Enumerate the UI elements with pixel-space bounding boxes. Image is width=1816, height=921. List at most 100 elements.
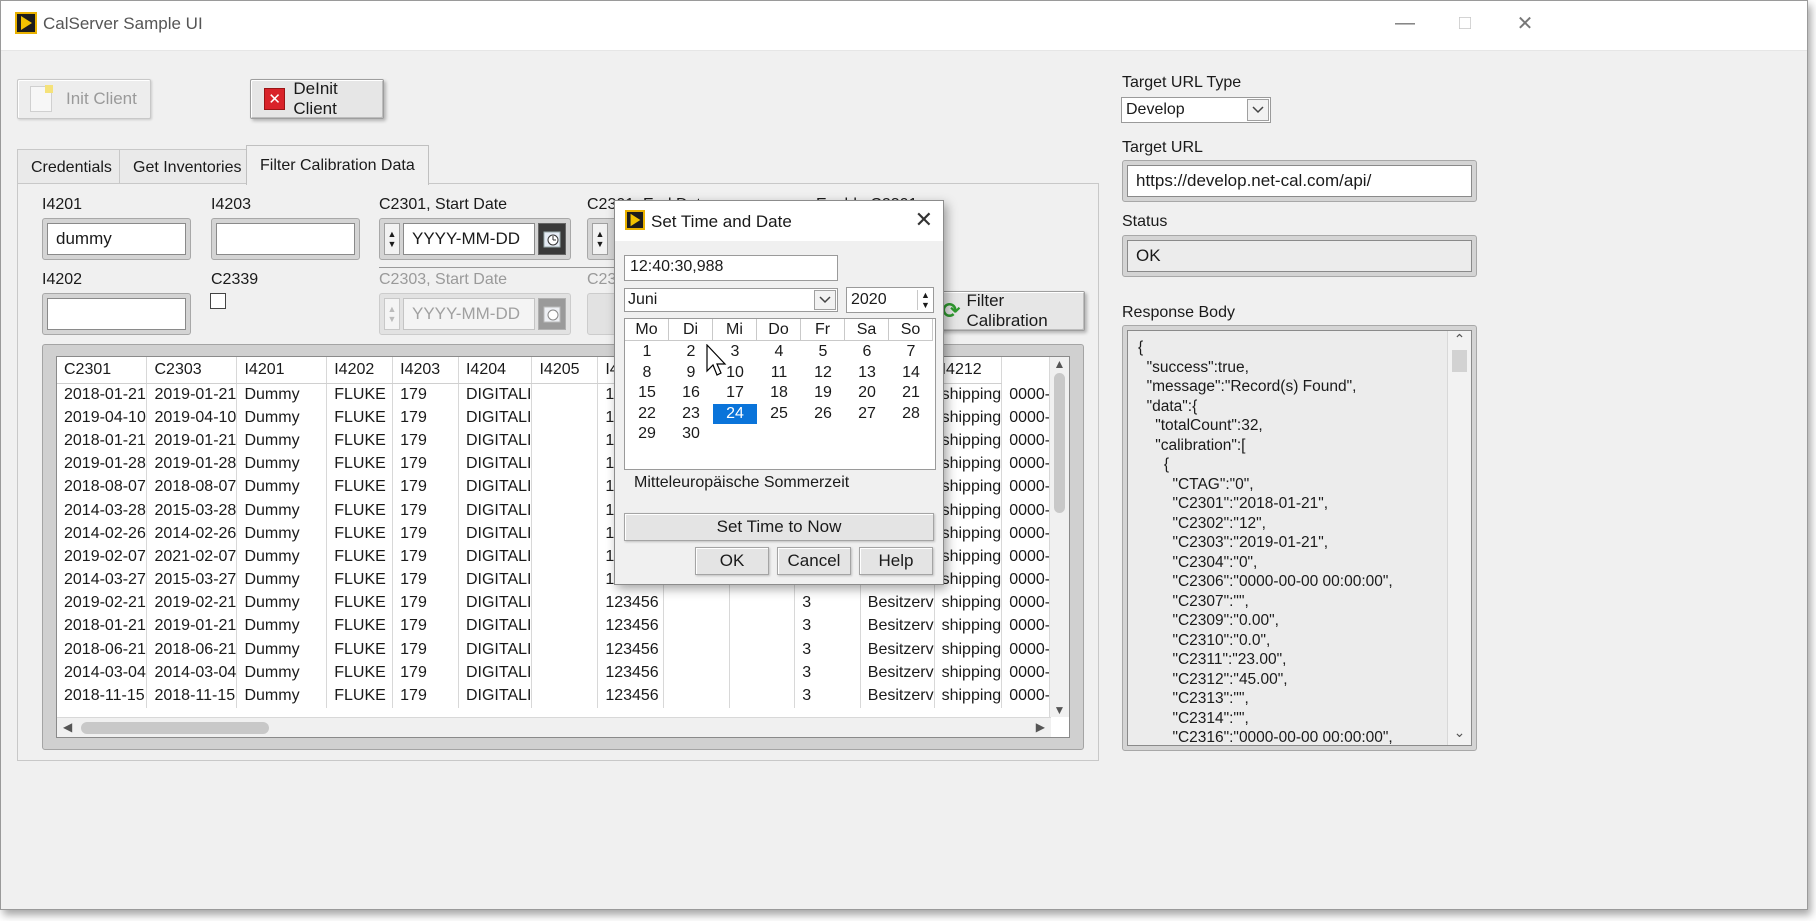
calendar-day[interactable]: 20: [845, 383, 889, 404]
init-client-button[interactable]: Init Client: [17, 79, 151, 119]
calendar-day[interactable]: 22: [625, 404, 669, 425]
calendar-day[interactable]: 7: [889, 342, 933, 363]
calendar-icon[interactable]: [538, 223, 566, 255]
column-header[interactable]: I4204: [458, 357, 533, 384]
set-time-to-now-button[interactable]: Set Time to Now: [624, 513, 934, 541]
target-url-input[interactable]: https://develop.net-cal.com/api/: [1127, 165, 1472, 197]
column-header[interactable]: I4201: [236, 357, 328, 384]
column-header[interactable]: C2301: [57, 357, 148, 384]
column-header[interactable]: I4202: [326, 357, 394, 384]
chevron-down-icon[interactable]: ⌄: [1448, 724, 1471, 741]
c2339-checkbox[interactable]: [210, 293, 226, 309]
table-row[interactable]: 2019-02-21 2019-02-21 Dummy FLUKE 179 DIGITAL…: [57, 591, 1069, 615]
table-cell: shipping: [934, 522, 1003, 546]
spinner-icon[interactable]: ▲ ▼: [917, 290, 933, 310]
column-header[interactable]: I4205: [531, 357, 599, 384]
c2301-start-input[interactable]: YYYY-MM-DD: [403, 223, 535, 255]
scroll-left-icon[interactable]: ◀: [63, 720, 72, 734]
table-cell: Dummy: [236, 429, 328, 453]
chevron-down-icon[interactable]: [1247, 99, 1269, 121]
scroll-thumb[interactable]: [1054, 373, 1065, 513]
table-cell: 179: [392, 498, 459, 523]
calendar-day[interactable]: 27: [845, 404, 889, 425]
time-input[interactable]: 12:40:30,988: [624, 255, 838, 281]
target-url-type-select[interactable]: Develop: [1121, 97, 1271, 123]
tab-filter-calibration-data[interactable]: Filter Calibration Data: [246, 145, 429, 185]
response-body-text[interactable]: { "success":true, "message":"Record(s) F…: [1127, 330, 1472, 746]
calendar-day[interactable]: 16: [669, 383, 713, 404]
table-cell: 179: [392, 684, 459, 708]
table-cell: 123456: [597, 684, 665, 708]
chevron-up-icon[interactable]: ⌃: [1448, 331, 1471, 348]
calendar-day[interactable]: 24: [713, 403, 757, 425]
calendar-day[interactable]: 13: [845, 363, 889, 384]
ok-button[interactable]: OK: [695, 547, 769, 575]
spinner-icon[interactable]: ▲ ▼: [384, 223, 400, 255]
year-stepper[interactable]: 2020 ▲ ▼: [846, 287, 934, 313]
filter-calibration-button[interactable]: ⟳ Filter Calibration: [935, 291, 1085, 331]
table-cell: 179: [392, 475, 459, 499]
calendar-day[interactable]: 11: [757, 363, 801, 384]
scroll-up-icon[interactable]: ▲: [1050, 357, 1069, 371]
calendar-day[interactable]: 25: [757, 404, 801, 425]
calendar-day[interactable]: 30: [669, 424, 713, 445]
table-row[interactable]: 2014-03-04 2014-03-04 Dummy FLUKE 179 DIGITAL…: [57, 661, 1069, 685]
timezone-label: Mitteleuropäische Sommerzeit: [634, 474, 850, 491]
calendar-day[interactable]: 15: [625, 383, 669, 404]
column-header[interactable]: C2303: [146, 357, 238, 384]
table-row[interactable]: 2018-06-21 2018-06-21 Dummy FLUKE 179 DIGITAL…: [57, 638, 1069, 662]
response-scroll-thumb[interactable]: [1452, 350, 1467, 372]
calendar-day[interactable]: 26: [801, 404, 845, 425]
calendar-day[interactable]: 12: [801, 363, 845, 384]
calendar-day[interactable]: 28: [889, 404, 933, 425]
i4202-input[interactable]: [47, 298, 186, 330]
calendar-day[interactable]: 19: [801, 383, 845, 404]
calendar-day[interactable]: 17: [713, 383, 757, 404]
chevron-down-icon[interactable]: [814, 290, 836, 310]
table-vertical-scrollbar[interactable]: ▲ ▼: [1049, 357, 1069, 717]
table-cell: 179: [392, 591, 459, 615]
calendar-day[interactable]: 5: [801, 342, 845, 363]
calendar-day[interactable]: 4: [757, 342, 801, 363]
table-cell: 2019-02-21: [146, 591, 238, 615]
close-icon[interactable]: ✕: [1505, 3, 1545, 43]
calendar-grid[interactable]: Mo Di Mi Do Fr Sa So 1 2 3 4 5 6 7 8 9 10 11 12 13 14 15 16 17…: [624, 318, 936, 470]
tab-credentials[interactable]: Credentials: [17, 149, 126, 185]
cancel-button[interactable]: Cancel: [777, 547, 851, 575]
calendar-day[interactable]: 21: [889, 383, 933, 404]
i4203-input[interactable]: [216, 223, 355, 255]
month-select[interactable]: Juni: [624, 288, 838, 312]
calendar-day[interactable]: 18: [757, 383, 801, 404]
calendar-day[interactable]: 23: [669, 404, 713, 425]
column-header[interactable]: I4203: [392, 357, 459, 384]
table-row[interactable]: 2018-01-21 2019-01-21 Dummy FLUKE 179 DIGITAL…: [57, 614, 1069, 639]
i4201-field[interactable]: dummy: [42, 218, 191, 260]
scroll-down-icon[interactable]: ▼: [1050, 703, 1069, 717]
spinner-icon[interactable]: ▲ ▼: [592, 223, 608, 255]
calendar-day[interactable]: 1: [625, 342, 669, 363]
i4203-field[interactable]: [211, 218, 360, 260]
close-icon[interactable]: ✕: [915, 207, 933, 233]
target-url-field[interactable]: https://develop.net-cal.com/api/: [1122, 160, 1477, 202]
horizontal-scroll-thumb[interactable]: [81, 722, 269, 734]
table-cell: Dummy: [236, 452, 328, 476]
table-horizontal-scrollbar[interactable]: ◀ ▶: [57, 717, 1051, 737]
response-body-field[interactable]: { "success":true, "message":"Record(s) F…: [1122, 325, 1477, 751]
column-header[interactable]: I4212: [934, 357, 1003, 384]
calendar-day[interactable]: 8: [625, 363, 669, 384]
help-button[interactable]: Help: [859, 547, 933, 575]
calendar-day[interactable]: 29: [625, 424, 669, 445]
minimize-icon[interactable]: —: [1385, 3, 1425, 43]
i4201-input[interactable]: dummy: [47, 223, 186, 255]
calendar-day[interactable]: 6: [845, 342, 889, 363]
i4203-label: I4203: [211, 196, 252, 213]
tab-get-inventories[interactable]: Get Inventories: [119, 149, 256, 185]
response-scrollbar[interactable]: ⌃ ⌄: [1447, 331, 1471, 745]
maximize-icon[interactable]: □: [1445, 3, 1485, 43]
calendar-day[interactable]: 14: [889, 363, 933, 384]
i4202-field[interactable]: [42, 293, 191, 335]
deinit-client-button[interactable]: ✕ DeInit Client: [250, 79, 384, 119]
table-row[interactable]: 2018-11-15 2018-11-15 Dummy FLUKE 179 DIGITAL…: [57, 684, 1069, 708]
c2301-start-field[interactable]: ▲ ▼ YYYY-MM-DD: [379, 218, 571, 260]
scroll-right-icon[interactable]: ▶: [1036, 720, 1045, 734]
